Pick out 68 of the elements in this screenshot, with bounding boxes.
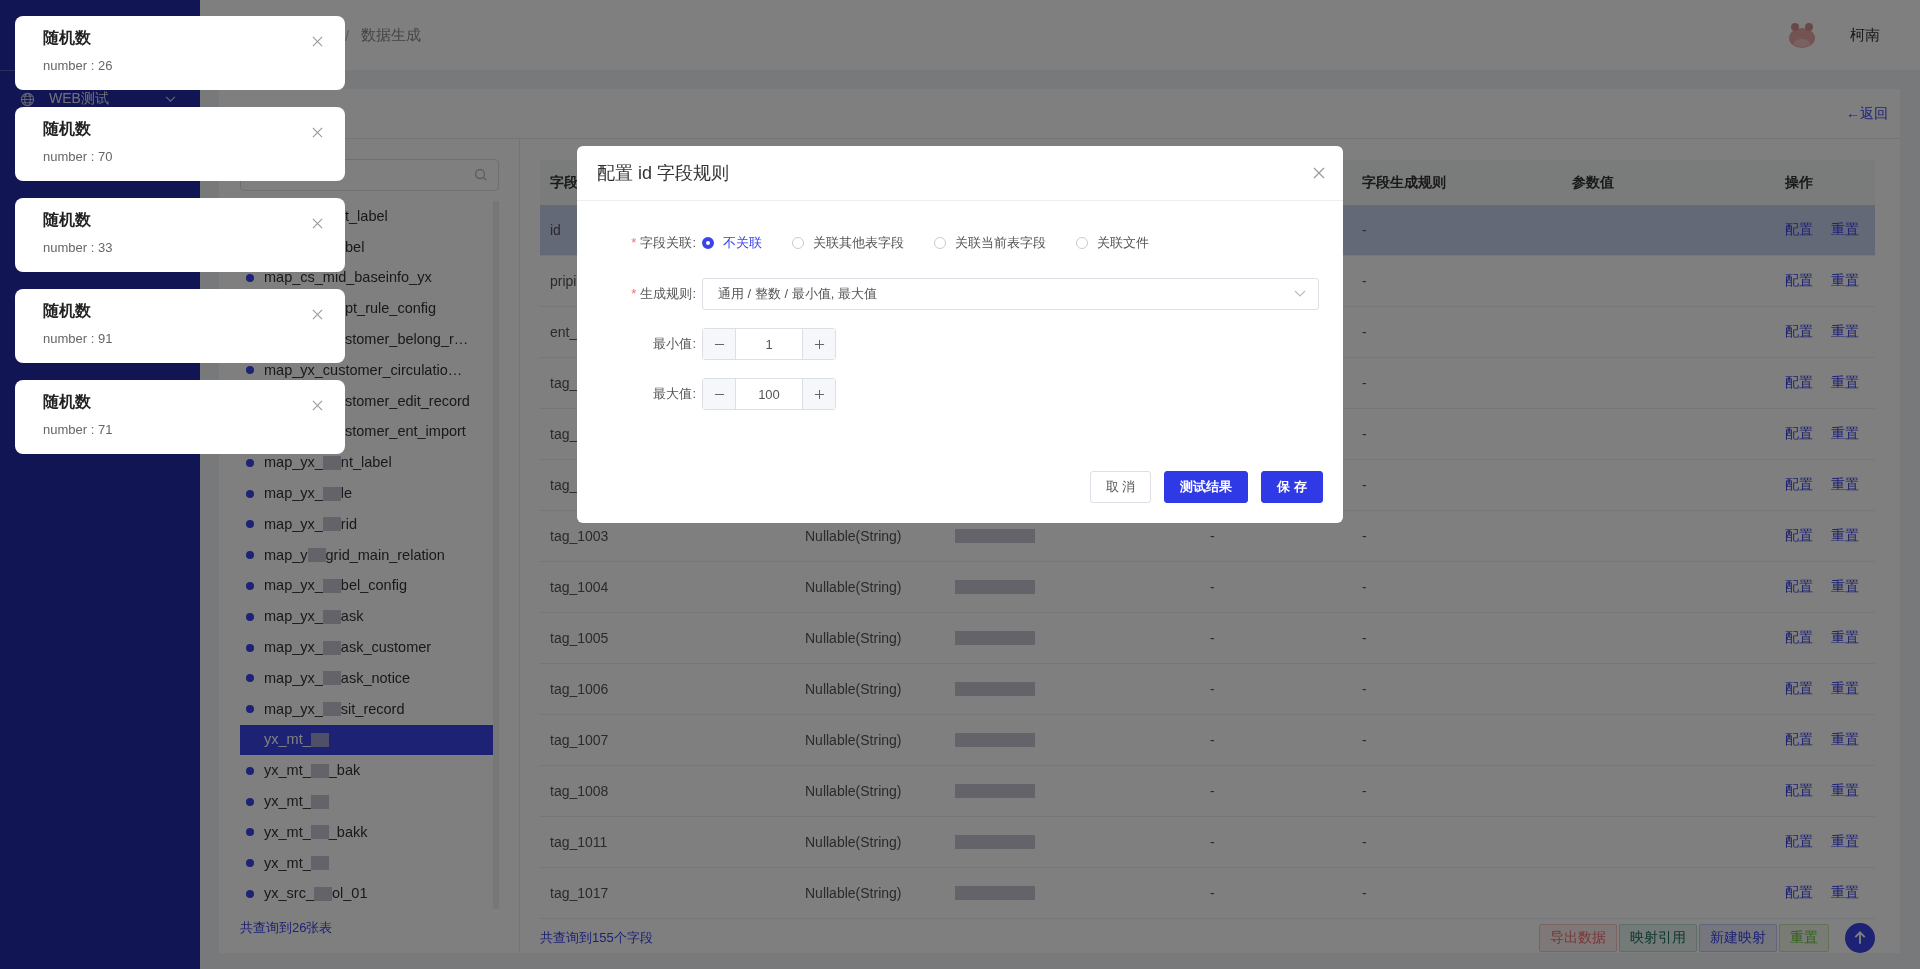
required-mark: *: [631, 286, 637, 301]
notification-text: number : 71: [43, 422, 114, 437]
notification-title: 随机数: [43, 301, 92, 321]
table-cell: Nullable(String): [805, 681, 902, 697]
notification-title: 随机数: [43, 28, 92, 48]
column-header: 字段: [550, 173, 578, 190]
table-cell: -: [1362, 834, 1367, 850]
table-cell: -: [1362, 885, 1367, 901]
table-cell: tag_1011: [550, 834, 608, 850]
table-cell: tag_1007: [550, 732, 609, 748]
notification-text: number : 91: [43, 331, 114, 346]
table-cell: -: [1362, 732, 1367, 748]
table-cell: Nullable(String): [805, 630, 902, 646]
table-cell: tag_: [550, 375, 578, 391]
notification-title: 随机数: [43, 392, 92, 412]
table-cell: -: [1210, 681, 1215, 697]
notification-text: number : 33: [43, 240, 114, 255]
table-cell: tag_1004: [550, 579, 609, 595]
table-cell: -: [1362, 477, 1367, 493]
table-cell: -: [1362, 222, 1367, 238]
table-cell: tag_1017: [550, 885, 609, 901]
breadcrumb-separator: /: [345, 26, 350, 44]
column-header: 参数值: [1572, 173, 1614, 190]
table-cell: -: [1210, 732, 1215, 748]
table-cell: -: [1210, 783, 1215, 799]
table-cell: -: [1362, 324, 1367, 340]
notification-title: 随机数: [43, 119, 92, 139]
table-cell: tag_: [550, 426, 578, 442]
table-cell: Nullable(String): [805, 579, 902, 595]
table-cell: pripi: [550, 273, 577, 289]
table-cell: Nullable(String): [805, 732, 902, 748]
table-cell: -: [1362, 681, 1367, 697]
table-cell: -: [1210, 579, 1215, 595]
table-cell: tag_1008: [550, 783, 609, 799]
field-label: 生成规则:: [640, 286, 696, 301]
required-mark: *: [631, 235, 637, 250]
column-header: 操作: [1785, 173, 1813, 190]
table-cell: -: [1362, 579, 1367, 595]
table-cell: Nullable(String): [805, 885, 902, 901]
table-cell: id: [550, 222, 561, 238]
dialog-title: 配置 id 字段规则: [597, 162, 729, 185]
field-label: 最大值:: [653, 386, 696, 401]
table-cell: tag_: [550, 477, 578, 493]
field-label: 最小值:: [653, 336, 696, 351]
table-cell: Nullable(String): [805, 783, 902, 799]
table-cell: tag_1005: [550, 630, 609, 646]
field-count: 共查询到155个字段: [540, 929, 653, 947]
table-cell: tag_1003: [550, 528, 609, 544]
notification-text: number : 26: [43, 58, 114, 73]
table-cell: Nullable(String): [805, 528, 902, 544]
notification-title: 随机数: [43, 210, 92, 230]
table-cell: Nullable(String): [805, 834, 902, 850]
field-label: 字段关联:: [640, 235, 696, 250]
table-cell: -: [1362, 630, 1367, 646]
table-cell: tag_1006: [550, 681, 609, 697]
notification-text: number : 70: [43, 149, 114, 164]
table-count: 共查询到26张表: [240, 919, 334, 938]
table-cell: -: [1362, 783, 1367, 799]
table-cell: -: [1362, 528, 1367, 544]
table-cell: -: [1362, 375, 1367, 391]
table-cell: -: [1210, 834, 1215, 850]
table-cell: -: [1362, 273, 1367, 289]
column-header: 字段生成规则: [1362, 173, 1446, 190]
table-cell: -: [1210, 528, 1215, 544]
table-cell: -: [1210, 630, 1215, 646]
table-cell: -: [1362, 426, 1367, 442]
table-cell: -: [1210, 885, 1215, 901]
table-cell: ent_: [550, 324, 578, 340]
